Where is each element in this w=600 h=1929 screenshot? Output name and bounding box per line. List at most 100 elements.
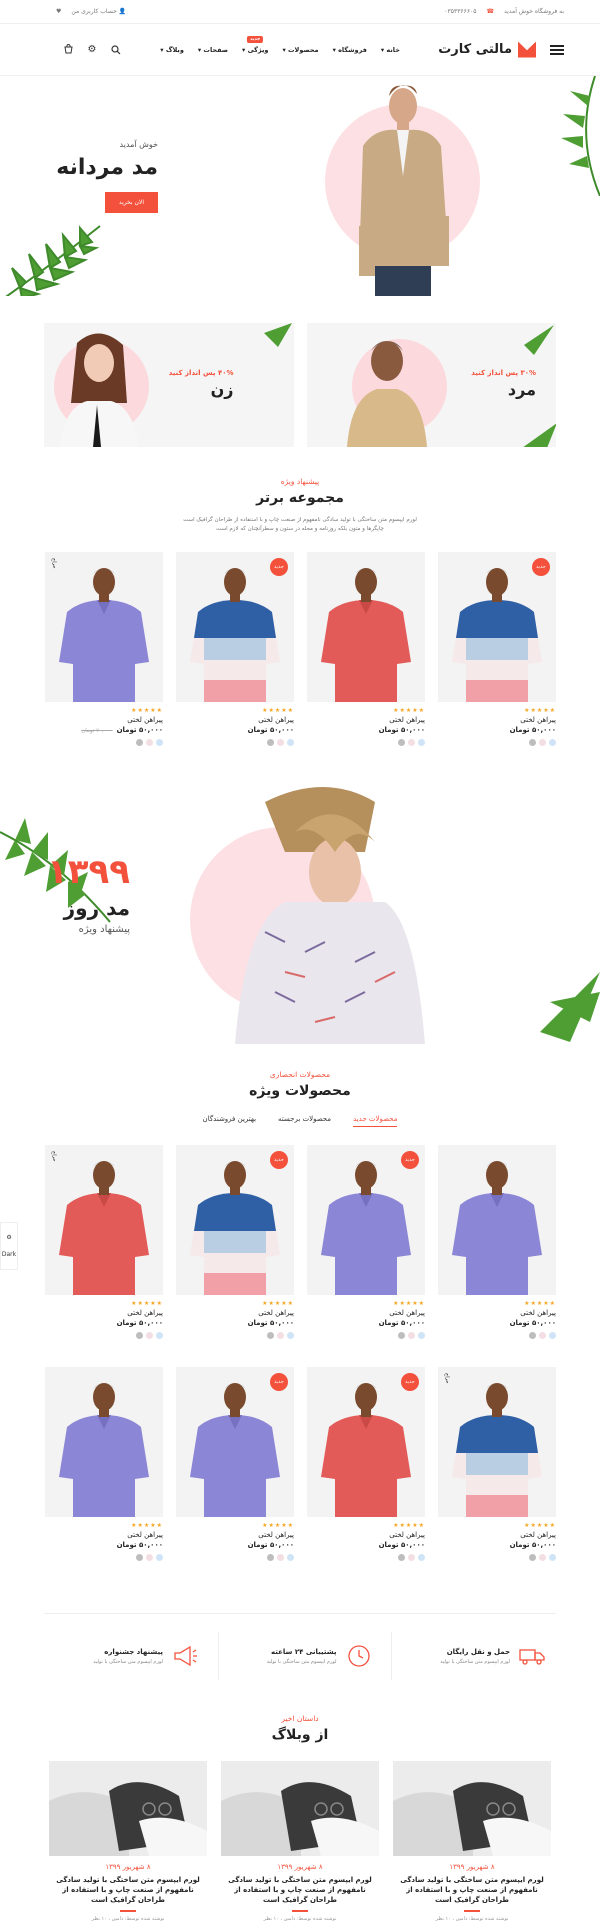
color-swatch[interactable] [267,739,274,746]
color-swatch[interactable] [529,1332,536,1339]
product-name[interactable]: پیراهن لختی [176,1531,294,1539]
product-name[interactable]: پیراهن لختی [45,1531,163,1539]
phone-number[interactable]: ۰۳۵۳۳۶۶۶۰۵ [444,8,476,15]
color-swatch[interactable] [136,1554,143,1561]
product-image[interactable]: جدید [307,1367,425,1517]
color-swatch[interactable] [529,739,536,746]
color-swatch[interactable] [539,1554,546,1561]
nav-item-pages[interactable]: صفحات ▾ [198,46,228,54]
product-image[interactable]: جدید [176,552,294,702]
tab-featured-products[interactable]: محصولات برجسته [278,1115,331,1127]
wishlist-icon[interactable]: ♥ [56,8,61,15]
nav-item-products[interactable]: محصولات ▾ [282,46,318,54]
product-card[interactable]: جدید ★★★★★ پیراهن لختی ۵۰,۰۰۰ تومان [176,552,294,746]
nav-item-blog[interactable]: وبلاگ ▾ [160,46,184,54]
color-swatch[interactable] [136,739,143,746]
search-icon[interactable] [110,44,122,56]
nav-item-home[interactable]: خانه ▾ [381,46,400,54]
banner-women[interactable]: ۴۰% پس انداز کنید زن [44,323,294,447]
product-card[interactable]: حراج ★★★★★ پیراهن لختی ۵۰,۰۰۰ تومان [45,1145,163,1339]
post-title[interactable]: لورم ایپسوم متن ساختگی با تولید سادگی نا… [49,1875,207,1905]
color-swatch[interactable] [408,739,415,746]
site-logo[interactable]: مالتی کارت [438,41,536,58]
product-card[interactable]: جدید ★★★★★ پیراهن لختی ۵۰,۰۰۰ تومان [176,1145,294,1339]
product-name[interactable]: پیراهن لختی [438,1309,556,1317]
color-swatch[interactable] [287,739,294,746]
product-card[interactable]: حراج ★★★★★ پیراهن لختی ۵۰,۰۰۰ تومان [438,1367,556,1561]
color-swatch[interactable] [418,739,425,746]
cart-icon[interactable] [62,44,74,56]
color-swatch[interactable] [156,1554,163,1561]
blog-post-image[interactable] [49,1761,207,1856]
product-image[interactable]: حراج [45,552,163,702]
shop-now-button[interactable]: الان بخرید [104,192,158,213]
color-swatch[interactable] [529,1554,536,1561]
color-swatch[interactable] [287,1332,294,1339]
color-swatch[interactable] [267,1332,274,1339]
color-swatch[interactable] [156,739,163,746]
color-swatch[interactable] [277,1332,284,1339]
post-title[interactable]: لورم ایپسوم متن ساختگی با تولید سادگی نا… [221,1875,379,1905]
product-image[interactable]: جدید [176,1367,294,1517]
nav-item-features[interactable]: جدید ویژگی ▾ [242,35,268,54]
product-name[interactable]: پیراهن لختی [176,1309,294,1317]
account-link[interactable]: 👤 حساب کاربری من [71,8,126,15]
color-swatch[interactable] [146,739,153,746]
blog-post[interactable]: ۸ شهریور ۱۳۹۹ لورم ایپسوم متن ساختگی با ت… [221,1761,379,1922]
tab-best-sellers[interactable]: بهترین فروشندگان [203,1115,257,1127]
product-image[interactable]: جدید [176,1145,294,1295]
color-swatch[interactable] [398,1554,405,1561]
color-swatch[interactable] [549,1554,556,1561]
menu-icon[interactable] [550,44,564,55]
product-card[interactable]: جدید ★★★★★ پیراهن لختی ۵۰,۰۰۰ تومان [176,1367,294,1561]
product-image[interactable]: جدید [438,552,556,702]
blog-post-image[interactable] [221,1761,379,1856]
color-swatch[interactable] [549,739,556,746]
color-swatch[interactable] [287,1554,294,1561]
product-image[interactable] [307,552,425,702]
color-swatch[interactable] [136,1332,143,1339]
color-swatch[interactable] [156,1332,163,1339]
color-swatch[interactable] [408,1332,415,1339]
color-swatch[interactable] [146,1332,153,1339]
product-card[interactable]: جدید ★★★★★ پیراهن لختی ۵۰,۰۰۰ تومان [438,552,556,746]
color-swatch[interactable] [146,1554,153,1561]
settings-icon[interactable]: ⚙ [86,44,98,56]
product-name[interactable]: پیراهن لختی [307,1309,425,1317]
product-name[interactable]: پیراهن لختی [307,1531,425,1539]
product-image[interactable]: جدید [307,1145,425,1295]
blog-post[interactable]: ۸ شهریور ۱۳۹۹ لورم ایپسوم متن ساختگی با ت… [393,1761,551,1922]
product-image[interactable]: حراج [438,1367,556,1517]
color-swatch[interactable] [549,1332,556,1339]
product-name[interactable]: پیراهن لختی [438,716,556,724]
color-swatch[interactable] [277,1554,284,1561]
product-name[interactable]: پیراهن لختی [307,716,425,724]
color-swatch[interactable] [408,1554,415,1561]
dark-mode-toggle[interactable]: Dark [2,1251,16,1258]
product-card[interactable]: ★★★★★ پیراهن لختی ۵۰,۰۰۰ تومان [438,1145,556,1339]
nav-item-shop[interactable]: فروشگاه ▾ [333,46,367,54]
product-image[interactable] [438,1145,556,1295]
gear-icon[interactable]: ⚙ [6,1234,11,1241]
color-swatch[interactable] [398,739,405,746]
product-name[interactable]: پیراهن لختی [438,1531,556,1539]
color-swatch[interactable] [267,1554,274,1561]
product-card[interactable]: جدید ★★★★★ پیراهن لختی ۵۰,۰۰۰ تومان [307,1367,425,1561]
color-swatch[interactable] [539,1332,546,1339]
product-name[interactable]: پیراهن لختی [45,1309,163,1317]
product-image[interactable]: حراج [45,1145,163,1295]
product-card[interactable]: ★★★★★ پیراهن لختی ۵۰,۰۰۰ تومان [307,552,425,746]
color-swatch[interactable] [398,1332,405,1339]
product-card[interactable]: جدید ★★★★★ پیراهن لختی ۵۰,۰۰۰ تومان [307,1145,425,1339]
color-swatch[interactable] [418,1332,425,1339]
post-title[interactable]: لورم ایپسوم متن ساختگی با تولید سادگی نا… [393,1875,551,1905]
color-swatch[interactable] [277,739,284,746]
product-name[interactable]: پیراهن لختی [45,716,163,724]
banner-men[interactable]: ۳۰% پس انداز کنید مرد [306,323,556,447]
product-card[interactable]: حراج ★★★★★ پیراهن لختی ۵۰,۰۰۰ تومان۷۰,۰۰۰ ت… [45,552,163,746]
product-card[interactable]: ★★★★★ پیراهن لختی ۵۰,۰۰۰ تومان [45,1367,163,1561]
color-swatch[interactable] [418,1554,425,1561]
product-image[interactable] [45,1367,163,1517]
tab-new-products[interactable]: محصولات جدید [353,1115,398,1127]
product-name[interactable]: پیراهن لختی [176,716,294,724]
